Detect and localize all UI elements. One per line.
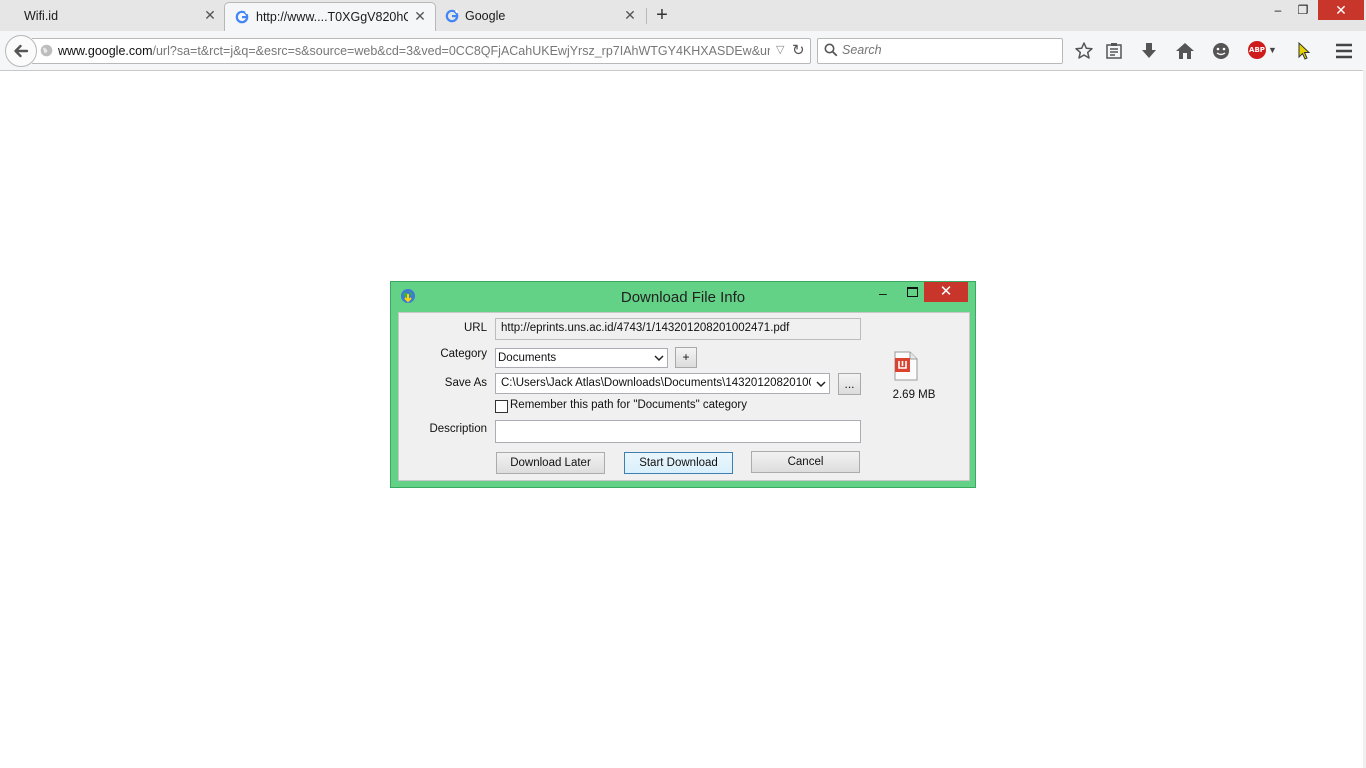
url-value: http://eprints.uns.ac.id/4743/1/14320120… xyxy=(501,322,790,334)
pdf-file-icon xyxy=(894,351,918,381)
description-input[interactable] xyxy=(495,420,861,443)
category-label: Category xyxy=(440,348,487,360)
reading-list-icon[interactable] xyxy=(1104,41,1124,61)
google-g-icon xyxy=(235,10,249,24)
category-select[interactable]: Documents xyxy=(495,348,668,368)
adblock-plus-icon[interactable]: ABP xyxy=(1248,41,1266,59)
url-host: www.google.com xyxy=(58,44,153,58)
tab-divider xyxy=(646,8,647,24)
bookmark-star-icon[interactable] xyxy=(1074,41,1094,61)
globe-icon xyxy=(40,44,53,57)
tab-label: http://www....T0XGgV820hQ xyxy=(256,10,408,24)
save-as-label: Save As xyxy=(444,377,487,389)
restore-window-button[interactable]: ❐ xyxy=(1295,2,1311,20)
chevron-down-icon xyxy=(814,376,828,392)
remember-path-label[interactable]: Remember this path for "Documents" categ… xyxy=(510,399,747,411)
home-icon[interactable] xyxy=(1175,41,1195,61)
description-label: Description xyxy=(429,423,487,435)
dialog-body: URL http://eprints.uns.ac.id/4743/1/1432… xyxy=(398,312,970,481)
back-arrow-icon xyxy=(14,44,29,58)
browse-button[interactable]: ... xyxy=(838,373,861,395)
file-size: 2.69 MB xyxy=(892,389,936,401)
remember-path-checkbox[interactable] xyxy=(495,400,508,413)
save-as-combobox[interactable]: C:\Users\Jack Atlas\Downloads\Documents\… xyxy=(495,373,830,394)
search-input[interactable] xyxy=(842,42,1052,58)
search-bar[interactable] xyxy=(817,38,1063,64)
back-button[interactable] xyxy=(5,35,37,67)
tab-label: Google xyxy=(465,9,506,23)
save-as-path: C:\Users\Jack Atlas\Downloads\Documents\… xyxy=(501,377,811,389)
minimize-window-button[interactable]: – xyxy=(1270,2,1286,20)
category-value: Documents xyxy=(498,352,557,364)
dialog-maximize-button[interactable] xyxy=(907,287,918,297)
chevron-down-icon xyxy=(654,355,664,362)
adblock-dropdown-icon[interactable]: ▼ xyxy=(1268,45,1277,55)
navigation-toolbar: www.google.com/url?sa=t&rct=j&q=&esrc=s&… xyxy=(0,31,1366,71)
tab-label: Wifi.id xyxy=(24,9,59,23)
tab-close-icon[interactable]: ✕ xyxy=(203,7,217,23)
cancel-button[interactable]: Cancel xyxy=(751,451,860,473)
add-category-button[interactable]: + xyxy=(675,347,697,368)
tab-google[interactable]: Google ✕ xyxy=(436,2,646,31)
tab-wifi-id[interactable]: Wifi.id ✕ xyxy=(0,2,224,31)
download-file-info-dialog: Download File Info – ✕ URL http://eprint… xyxy=(390,281,976,488)
dialog-close-button[interactable]: ✕ xyxy=(924,282,968,302)
tab-close-icon[interactable]: ✕ xyxy=(413,8,427,24)
url-text[interactable]: www.google.com/url?sa=t&rct=j&q=&esrc=s&… xyxy=(58,44,770,58)
tab-close-icon[interactable]: ✕ xyxy=(623,7,637,23)
download-icon[interactable] xyxy=(1139,41,1159,61)
google-g-icon xyxy=(445,9,459,23)
reload-icon[interactable]: ↻ xyxy=(792,41,805,59)
download-later-button[interactable]: Download Later xyxy=(496,452,605,474)
dialog-title: Download File Info xyxy=(620,289,746,306)
start-download-button[interactable]: Start Download xyxy=(624,452,733,474)
tab-google-redirect[interactable]: http://www....T0XGgV820hQ ✕ xyxy=(224,2,436,32)
tab-strip: Wifi.id ✕ http://www....T0XGgV820hQ ✕ Go… xyxy=(0,0,1366,32)
url-history-dropdown-icon[interactable]: ▽ xyxy=(776,43,784,56)
menu-icon[interactable] xyxy=(1334,41,1354,61)
url-path: /url?sa=t&rct=j&q=&esrc=s&source=web&cd=… xyxy=(152,44,771,58)
new-tab-button[interactable]: + xyxy=(652,5,672,25)
url-bar[interactable]: www.google.com/url?sa=t&rct=j&q=&esrc=s&… xyxy=(32,38,811,64)
url-label: URL xyxy=(463,322,487,334)
emoji-icon[interactable] xyxy=(1211,41,1231,61)
close-window-button[interactable]: ✕ xyxy=(1318,0,1364,20)
url-field[interactable]: http://eprints.uns.ac.id/4743/1/14320120… xyxy=(495,318,861,340)
search-icon xyxy=(824,43,838,57)
cursor-icon[interactable] xyxy=(1294,41,1314,61)
dialog-minimize-button[interactable]: – xyxy=(879,285,887,301)
